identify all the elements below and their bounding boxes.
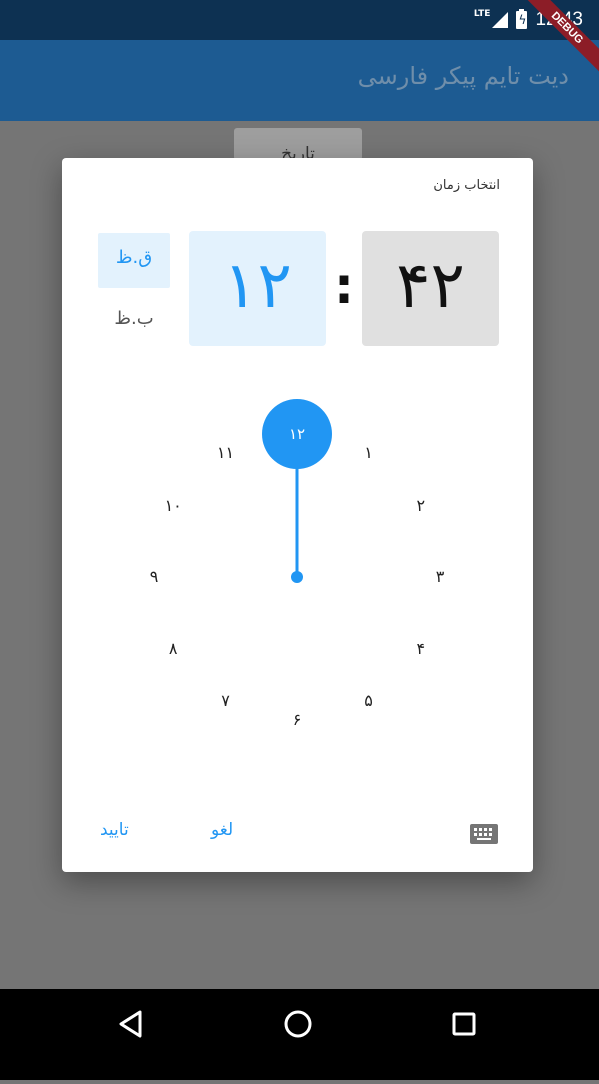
dial-hour-4[interactable]: ۴ bbox=[401, 637, 441, 661]
dialog-title: انتخاب زمان bbox=[433, 178, 500, 193]
home-circle-icon[interactable] bbox=[284, 1010, 312, 1038]
time-picker-dialog: انتخاب زمان ۴۲ : ۱۲ ق.ظ ب.ظ ۱۲ ۱ ۲ ۳ ۴ ۵ ۶ ۷ ۸ ۹ ۱… bbox=[62, 158, 533, 872]
minute-selector[interactable]: ۴۲ bbox=[362, 231, 499, 346]
am-toggle[interactable]: ق.ظ bbox=[98, 233, 170, 288]
keyboard-icon[interactable] bbox=[470, 824, 498, 844]
battery-charging-icon: ϟ bbox=[516, 9, 528, 29]
status-bar: LTE ϟ 12:43 bbox=[0, 0, 599, 40]
navigation-bar bbox=[0, 989, 599, 1080]
recents-square-icon[interactable] bbox=[452, 1012, 476, 1036]
hour-selector[interactable]: ۱۲ bbox=[189, 231, 326, 346]
dial-hour-5[interactable]: ۵ bbox=[349, 689, 389, 713]
time-separator: : bbox=[334, 257, 354, 315]
nav-icons-svg bbox=[119, 1010, 476, 1038]
dial-hour-9[interactable]: ۹ bbox=[134, 565, 174, 589]
dial-center-dot bbox=[291, 571, 303, 583]
minute-value: ۴۲ bbox=[396, 249, 465, 323]
dial-hour-10[interactable]: ۱۰ bbox=[153, 494, 193, 518]
hour-value: ۱۲ bbox=[223, 249, 292, 323]
dial-hour-1[interactable]: ۱ bbox=[349, 441, 389, 465]
date-button[interactable]: تاریخ bbox=[234, 128, 362, 160]
dial-hour-8[interactable]: ۸ bbox=[153, 637, 193, 661]
dial-hour-11[interactable]: ۱۱ bbox=[206, 441, 246, 465]
dial-hour-6[interactable]: ۶ bbox=[277, 708, 317, 732]
confirm-button[interactable]: تایید bbox=[100, 820, 129, 840]
dial-hour-7[interactable]: ۷ bbox=[206, 689, 246, 713]
cancel-button[interactable]: لغو bbox=[211, 820, 233, 840]
app-bar: دیت تایم پیکر فارسی bbox=[0, 40, 599, 121]
signal-icon bbox=[492, 12, 509, 28]
back-triangle-icon[interactable] bbox=[119, 1010, 142, 1038]
dial-hour-2[interactable]: ۲ bbox=[401, 494, 441, 518]
dial-hour-12[interactable]: ۱۲ bbox=[277, 422, 317, 446]
lte-label: LTE bbox=[473, 9, 491, 19]
clock-dial[interactable]: ۱۲ ۱ ۲ ۳ ۴ ۵ ۶ ۷ ۸ ۹ ۱۰ ۱۱ bbox=[117, 386, 477, 746]
pm-toggle[interactable]: ب.ظ bbox=[98, 298, 170, 340]
app-title: دیت تایم پیکر فارسی bbox=[357, 62, 569, 90]
dial-hour-3[interactable]: ۳ bbox=[420, 565, 460, 589]
